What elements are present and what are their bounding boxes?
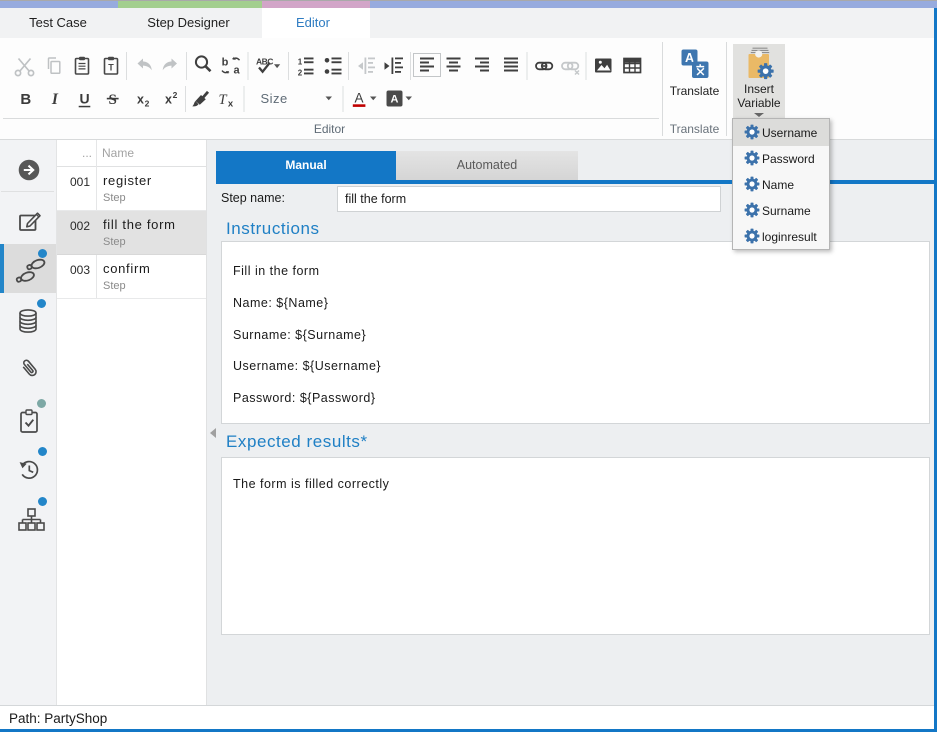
svg-text:B: B [20,91,31,108]
svg-text:A: A [354,91,363,106]
svg-text:a: a [233,65,240,77]
svg-text:I: I [51,91,59,108]
svg-text:T: T [218,92,227,108]
svg-text:ABC: ABC [256,57,273,67]
svg-text:x: x [137,93,144,107]
svg-text:b: b [222,57,229,69]
svg-text:2: 2 [145,99,150,109]
svg-text:U: U [79,91,89,107]
svg-text:T: T [108,63,114,73]
svg-text:S: S [109,92,117,108]
svg-text:2: 2 [298,69,303,78]
svg-text:1: 1 [298,58,303,67]
svg-text:A: A [391,94,399,106]
svg-text:Size: Size [261,91,288,106]
svg-text:x: x [228,99,234,110]
svg-text:x: x [165,93,172,107]
svg-text:2: 2 [173,90,178,100]
